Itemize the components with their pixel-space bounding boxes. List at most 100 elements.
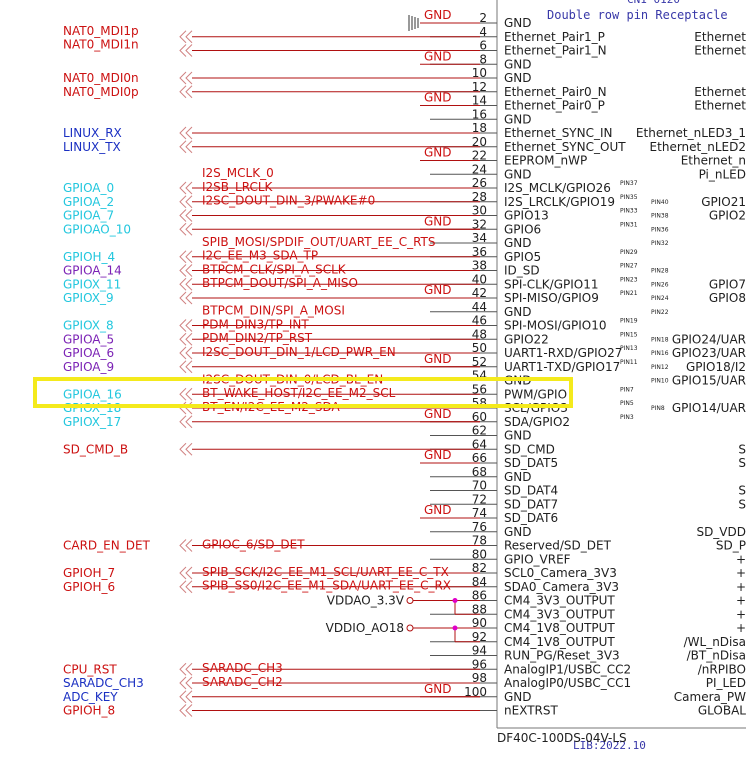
net-chevron [179,387,193,401]
pin-name: SPI-MISO/GPIO9 [504,291,599,305]
net-chevron [179,704,193,717]
pin-name: GPIO6 [504,222,541,236]
raspberry-pin-marker: PIN31 [620,221,638,228]
pin-name: GPIO13 [504,209,549,223]
wire-function-label: BTPCM_DIN/SPI_A_MOSI [202,304,345,318]
right-function-label: GPIO21 [701,195,746,209]
net-chevron [179,566,193,580]
right-function-label: Ethernet_nLED3_1 [636,126,746,140]
right-function-label: Ethernet [694,30,746,44]
pin-name: SCL0_Camera_3V3 [504,566,617,580]
right-function-label: PI_LED [706,676,746,690]
pin-number: 26 [472,176,487,190]
net-chevron [179,442,193,456]
pin-number: 84 [472,575,487,589]
pin-number: 64 [472,437,487,451]
net-label: ADC_KEY [63,690,118,704]
right-function-label: + [736,580,746,594]
wire-function-label: I2S_MCLK_0 [202,166,274,180]
pin-number: 92 [472,630,487,644]
net-chevron [179,209,193,222]
pin-number: 72 [472,492,487,506]
net-label: GPIOA_7 [63,209,114,223]
pin-name: RUN_PG/Reset_3V3 [504,649,620,663]
net-chevron [179,140,193,154]
pin-name: SPI-CLK/GPIO11 [504,277,599,291]
net-label: GPIOX_17 [63,415,121,429]
raspberry-pin-marker: PIN5 [620,400,634,407]
pin-name: AnalogIP1/USBC_CC2 [504,662,631,676]
gnd-label: GND [424,283,452,297]
connector-title: Double row pin Receptacle [547,8,728,22]
net-chevron [179,222,193,236]
pin-name: SD_DAT7 [504,497,558,511]
net-label: LINUX_TX [63,140,121,154]
raspberry-pin-marker: PIN22 [651,309,669,316]
pin-name: I2S_LRCLK/GPIO19 [504,195,615,209]
net-chevron [179,30,193,44]
pin-name: SDA/GPIO2 [504,415,570,429]
right-function-label: Camera_PW [674,690,746,704]
net-chevron [179,319,193,332]
schematic-canvas: CN1 0120Double row pin ReceptacleLIB:202… [33,0,746,752]
wire-function-label: SARADC_CH2 [202,675,283,689]
pin-number: 90 [472,616,487,630]
pin-number: 2 [479,11,487,25]
wire-function-label: BTPCM_CLK/SPI_A_SCLK [202,262,347,276]
pin-number: 70 [472,479,487,493]
net-label: GPIOX_11 [63,277,121,291]
junction-dot [452,625,458,631]
net-chevron [179,264,193,277]
pin-name: GND [504,71,532,85]
right-function-label: GPIO2 [709,209,746,223]
pin-name: SD_DAT6 [504,511,558,525]
pin-name: GND [504,470,532,484]
gnd-label: GND [424,407,452,421]
raspberry-pin-marker: PIN32 [651,240,669,247]
pin-number: 38 [472,259,487,273]
pin-name: Ethernet_SYNC_OUT [504,140,626,154]
pin-name: GND [504,305,532,319]
wire-function-label: GPIOC_6/SD_DET [202,537,305,551]
pin-number: 94 [472,644,487,658]
pin-number: 4 [479,25,487,39]
net-chevron [179,44,193,57]
wire-function-label: I2SC_DOUT_DIN_3/PWAKE#0 [202,194,375,208]
right-function-label: GPIO14/UAR [672,401,746,415]
raspberry-pin-marker: PIN28 [651,268,669,275]
pin-number: 28 [472,190,487,204]
raspberry-pin-marker: PIN26 [651,281,669,288]
right-function-label: /WL_nDisa [684,635,746,649]
pin-name: GPIO5 [504,250,541,264]
pin-name: Ethernet_Pair0_P [504,99,605,113]
pin-name: CM4_3V3_OUTPUT [504,594,615,608]
net-label: GPIOX_8 [63,319,114,333]
right-function-label: + [736,607,746,621]
raspberry-pin-marker: PIN40 [651,199,669,206]
net-label: GPIOX_9 [63,291,114,305]
net-label: NAT0_MDI0n [63,71,139,85]
pin-number: 68 [472,465,487,479]
net-label: GPIOH_4 [63,250,115,264]
pin-number: 42 [472,286,487,300]
net-label: GPIOA_9 [63,360,114,374]
right-function-label: GPIO15/UAR [672,374,746,388]
pin-number: 18 [472,121,487,135]
wire-function-label: I2C_EE_M3_SDA_TP [202,249,318,263]
net-label: GPIOA_5 [63,332,114,346]
raspberry-pin-marker: PIN35 [620,194,638,201]
raspberry-pin-marker: PIN18 [651,336,669,343]
wire-function-label: I2SB_LRCLK [202,180,274,194]
pin-number: 36 [472,245,487,259]
net-labels: 2 GNDGND4 Ethernet_Pair1_P Ethernet6 Etherne… [63,8,746,718]
net-chevron [179,195,193,209]
right-function-label: + [736,594,746,608]
net-label: NAT0_MDI0p [63,85,139,99]
pin-number: 98 [472,671,487,685]
net-chevron [179,250,193,264]
pin-number: 82 [472,561,487,575]
pin-number: 22 [472,149,487,163]
pin-name: UART1-RXD/GPIO27 [504,346,622,360]
right-function-label: GPIO8 [709,291,746,305]
wire-function-label: SPIB_MOSI/SPDIF_OUT/UART_EE_C_RTS [202,235,436,249]
